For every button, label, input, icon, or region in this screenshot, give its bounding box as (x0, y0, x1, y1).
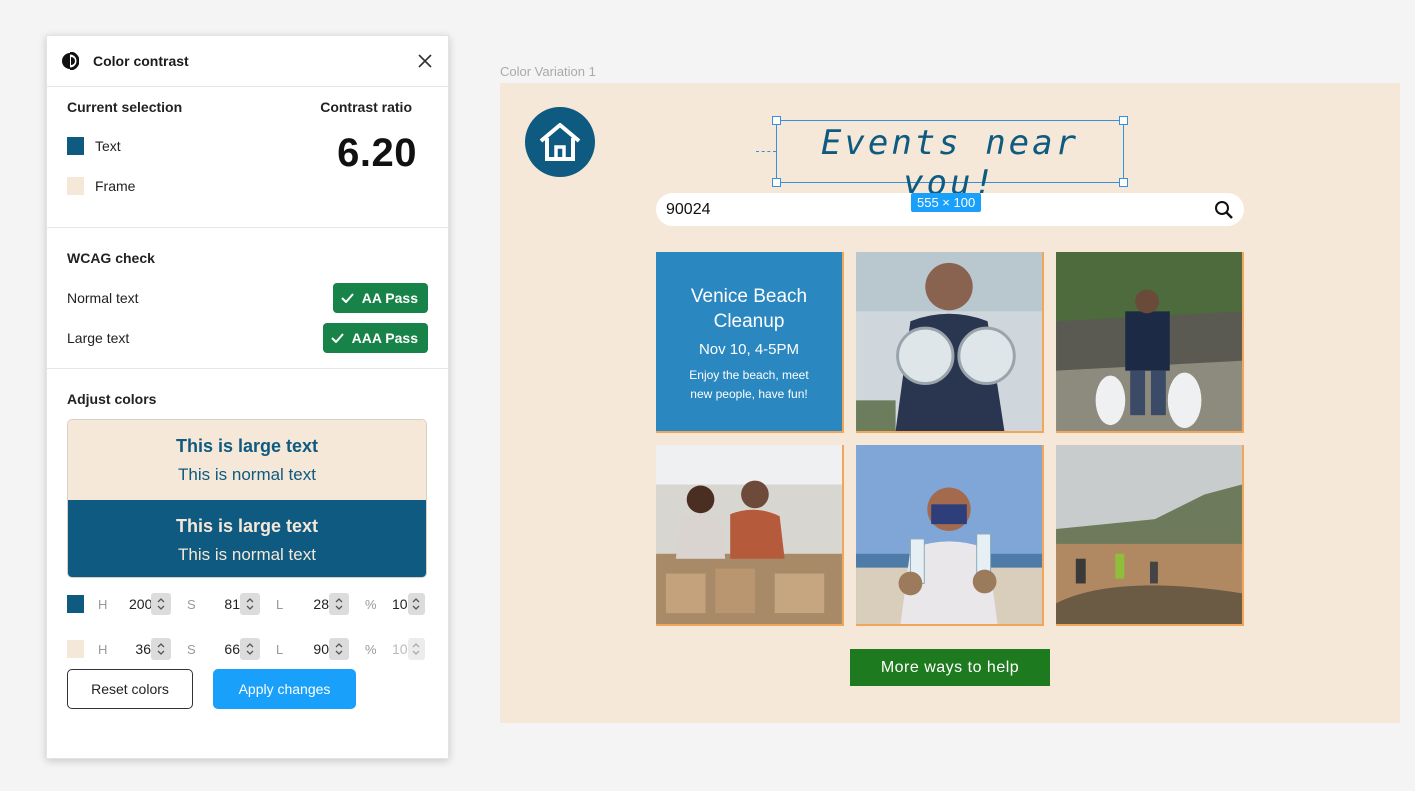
hue-field: H 36 (98, 638, 187, 660)
alpha-stepper (407, 638, 425, 660)
alpha-input: 100 (391, 641, 408, 657)
saturation-input[interactable]: 66 (218, 641, 240, 657)
frame-color-swatch-small[interactable] (67, 640, 84, 658)
text-color-swatch-small[interactable] (67, 595, 84, 613)
lightness-input[interactable]: 28 (307, 596, 329, 612)
distance-guide (756, 151, 776, 152)
lightness-field: L 28 (276, 593, 365, 615)
alpha-input[interactable]: 100 (392, 596, 408, 612)
resize-handle[interactable] (1119, 178, 1128, 187)
lightness-input[interactable]: 90 (307, 641, 329, 657)
plugin-logo-icon (62, 52, 79, 70)
volunteer-photo (856, 445, 1042, 624)
home-icon (539, 123, 581, 161)
alpha-stepper[interactable] (407, 593, 425, 615)
resize-handle[interactable] (1119, 116, 1128, 125)
hue-stepper[interactable] (151, 593, 171, 615)
frame-color-row: Frame (67, 177, 135, 195)
apply-changes-button[interactable]: Apply changes (213, 669, 356, 709)
volunteer-photo (1056, 252, 1242, 431)
volunteer-photo (656, 445, 842, 624)
contrast-ratio-heading: Contrast ratio (320, 99, 412, 115)
search-icon[interactable] (1214, 200, 1234, 220)
photo-tile-beach[interactable] (1056, 445, 1244, 626)
text-color-swatch[interactable] (67, 137, 84, 155)
lightness-stepper[interactable] (329, 593, 349, 615)
panel-header: Color contrast (47, 36, 448, 87)
check-icon (330, 333, 344, 343)
design-frame[interactable]: Events near you! 90024 555 × 100 Venice … (500, 83, 1400, 723)
close-icon[interactable] (416, 52, 434, 70)
preview-normal-text-inverted: This is normal text (178, 545, 316, 564)
hue-input[interactable]: 36 (129, 641, 151, 657)
resize-handle[interactable] (772, 116, 781, 125)
hue-input[interactable]: 200 (129, 596, 151, 612)
wcag-heading: WCAG check (67, 250, 155, 266)
frame-label[interactable]: Color Variation 1 (500, 64, 596, 79)
more-ways-to-help-button[interactable]: More ways to help (850, 649, 1050, 686)
large-text-label: Large text (67, 330, 130, 346)
aa-pass-label: AA Pass (361, 290, 418, 306)
aa-pass-badge: AA Pass (332, 283, 428, 313)
photo-tile-jars[interactable] (856, 252, 1044, 433)
volunteer-photo (856, 252, 1042, 431)
color-contrast-panel: Color contrast Current selection Contras… (46, 35, 449, 759)
adjust-colors-section: Adjust colors This is large text This is… (47, 369, 448, 759)
panel-title: Color contrast (93, 53, 189, 69)
photo-tile-sorting[interactable] (656, 445, 844, 626)
photo-tile-bottles[interactable] (856, 445, 1044, 626)
saturation-field: S 66 (187, 638, 276, 660)
event-card[interactable]: Venice Beach Cleanup Nov 10, 4-5PM Enjoy… (656, 252, 844, 433)
adjust-colors-heading: Adjust colors (67, 391, 157, 407)
lightness-stepper[interactable] (329, 638, 349, 660)
event-description: Enjoy the beach, meet new people, have f… (689, 368, 809, 401)
event-title: Venice Beach Cleanup (690, 286, 808, 332)
normal-text-label: Normal text (67, 290, 139, 306)
selected-title-text[interactable]: Events near you! (772, 116, 1128, 203)
preview-on-frame: This is large text This is normal text (68, 420, 426, 500)
preview-large-text-inverted: This is large text (175, 516, 319, 536)
preview-large-text: This is large text (175, 436, 319, 456)
wcag-section: WCAG check Normal text AA Pass Large tex… (47, 228, 448, 369)
preview-normal-text: This is normal text (178, 465, 316, 484)
alpha-field: %100 (365, 593, 425, 615)
current-selection-section: Current selection Contrast ratio 6.20 Te… (47, 87, 448, 228)
current-selection-heading: Current selection (67, 99, 183, 115)
reset-colors-button[interactable]: Reset colors (67, 669, 193, 709)
selection-size-badge: 555 × 100 (911, 193, 982, 212)
text-color-row: Text (67, 137, 121, 155)
aaa-pass-label: AAA Pass (351, 330, 418, 346)
hue-field: H 200 (98, 593, 187, 615)
frame-color-swatch[interactable] (67, 177, 84, 195)
saturation-stepper[interactable] (240, 593, 260, 615)
frame-color-hsl-row: H36 S66 L90 %100 (67, 637, 437, 661)
home-button[interactable] (525, 107, 595, 177)
resize-handle[interactable] (772, 178, 781, 187)
events-title: Events near you! (820, 123, 1080, 203)
hue-stepper[interactable] (151, 638, 171, 660)
check-icon (340, 293, 354, 303)
event-date: Nov 10, 4-5PM (698, 341, 800, 358)
text-color-label: Text (95, 138, 121, 154)
saturation-field: S 81 (187, 593, 276, 615)
lightness-field: L 90 (276, 638, 365, 660)
contrast-preview: This is large text This is normal text T… (67, 419, 427, 578)
contrast-ratio-value: 6.20 (337, 131, 417, 175)
photo-tile-bags[interactable] (1056, 252, 1244, 433)
preview-on-text-color: This is large text This is normal text (68, 500, 426, 577)
wcag-row-normal: Normal text AA Pass (67, 283, 428, 313)
aaa-pass-badge: AAA Pass (322, 323, 428, 353)
alpha-field: %100 (365, 638, 425, 660)
volunteer-photo (1056, 445, 1242, 624)
saturation-input[interactable]: 81 (218, 596, 240, 612)
text-color-hsl-row: H200 S81 L28 %100 (67, 592, 437, 616)
saturation-stepper[interactable] (240, 638, 260, 660)
wcag-row-large: Large text AAA Pass (67, 323, 428, 353)
frame-color-label: Frame (95, 178, 136, 194)
